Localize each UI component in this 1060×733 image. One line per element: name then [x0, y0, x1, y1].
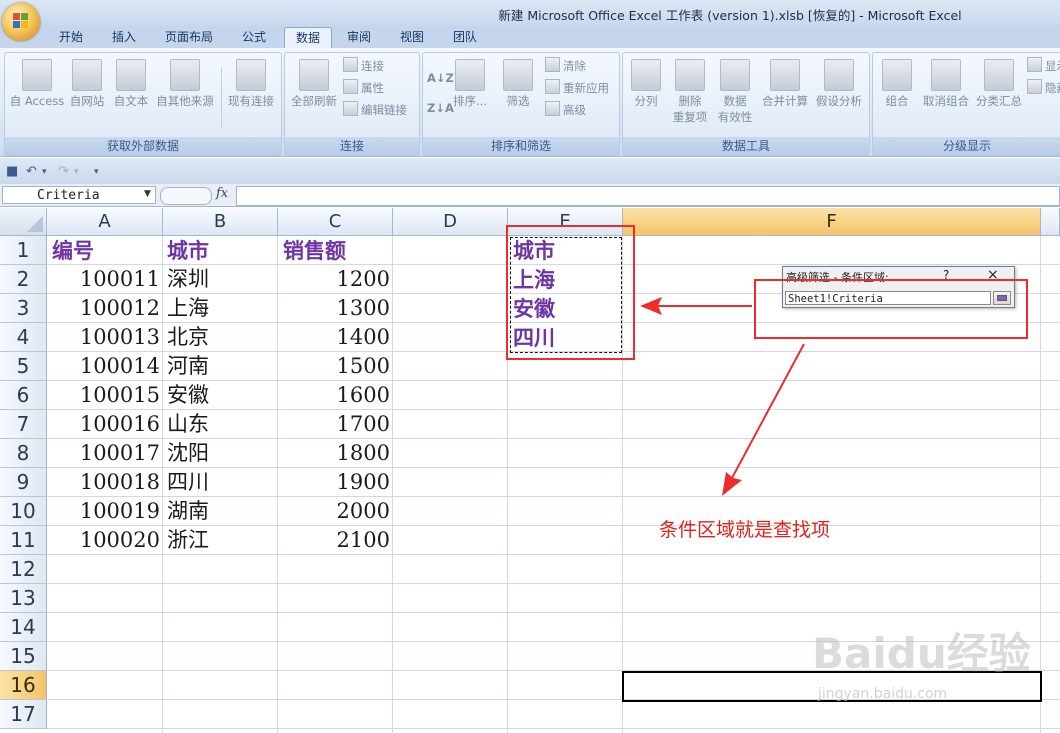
watermark-logo: Baidu经验	[812, 629, 1031, 678]
arrowhead-down	[722, 472, 742, 496]
office-logo-icon	[13, 13, 29, 29]
annotation-caption: 条件区域就是查找项	[659, 519, 831, 541]
arrow-to-caption	[731, 343, 805, 479]
office-button[interactable]	[2, 3, 40, 41]
watermark-url: jingyan.baidu.com	[818, 686, 948, 702]
